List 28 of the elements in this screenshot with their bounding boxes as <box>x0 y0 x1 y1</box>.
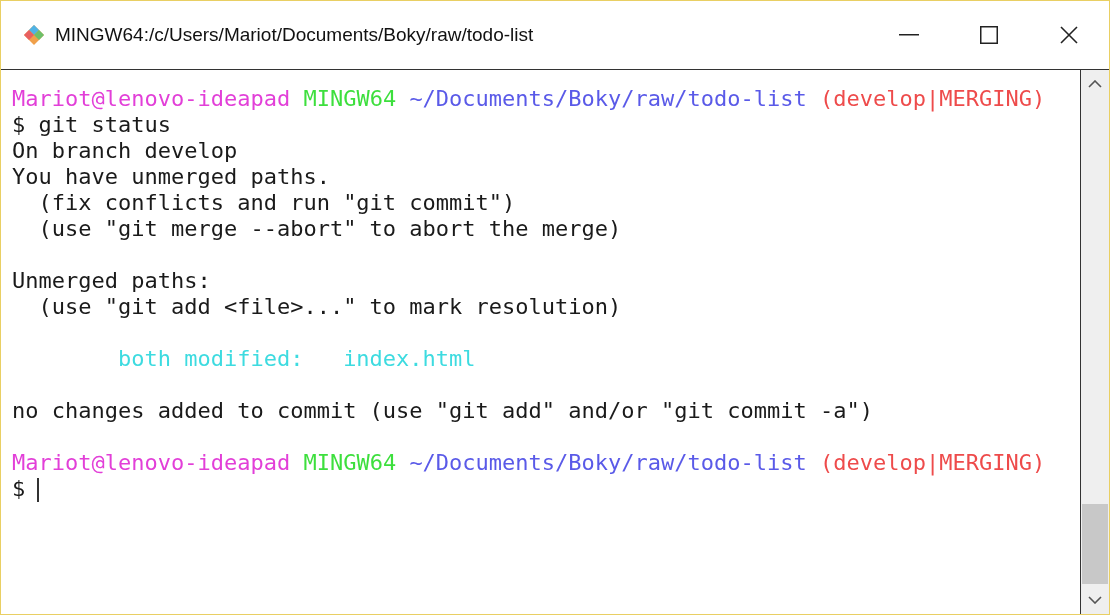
terminal-line: no changes added to commit (use "git add" and/or "git commit -a") <box>12 398 873 423</box>
prompt-user: Mariot@lenovo-ideapad <box>12 450 291 475</box>
prompt-symbol: $ <box>12 476 26 501</box>
terminal-line: Unmerged paths: <box>12 268 211 293</box>
prompt-path: ~/Documents/Boky/raw/todo-list <box>409 450 807 475</box>
close-icon <box>1060 26 1078 44</box>
maximize-icon <box>980 26 998 44</box>
terminal-line: (use "git merge --abort" to abort the merge) <box>37 216 622 241</box>
chevron-down-icon <box>1088 596 1102 604</box>
scrollbar-thumb[interactable] <box>1082 504 1108 584</box>
chevron-up-icon <box>1088 80 1102 88</box>
terminal-line: On branch develop <box>12 138 238 163</box>
prompt-system: MINGW64 <box>303 450 397 475</box>
text-cursor <box>37 478 40 502</box>
terminal-line: both modified: index.html <box>116 346 476 371</box>
prompt-branch: (develop|MERGING) <box>820 86 1046 111</box>
minimize-icon <box>899 34 919 36</box>
terminal-line: You have unmerged paths. <box>12 164 330 189</box>
diamond-logo-icon <box>23 24 45 46</box>
prompt-branch: (develop|MERGING) <box>820 450 1046 475</box>
prompt-system: MINGW64 <box>303 86 397 111</box>
terminal-line: (fix conflicts and run "git commit") <box>37 190 516 215</box>
window-title: MINGW64:/c/Users/Mariot/Documents/Boky/raw/todo-list <box>55 24 535 46</box>
prompt-user: Mariot@lenovo-ideapad <box>12 86 291 111</box>
terminal-line: (use "git add <file>..." to mark resolution) <box>37 294 622 319</box>
scrollbar[interactable] <box>1081 70 1109 614</box>
prompt-path: ~/Documents/Boky/raw/todo-list <box>409 86 807 111</box>
terminal-line: $ git status <box>12 112 171 137</box>
